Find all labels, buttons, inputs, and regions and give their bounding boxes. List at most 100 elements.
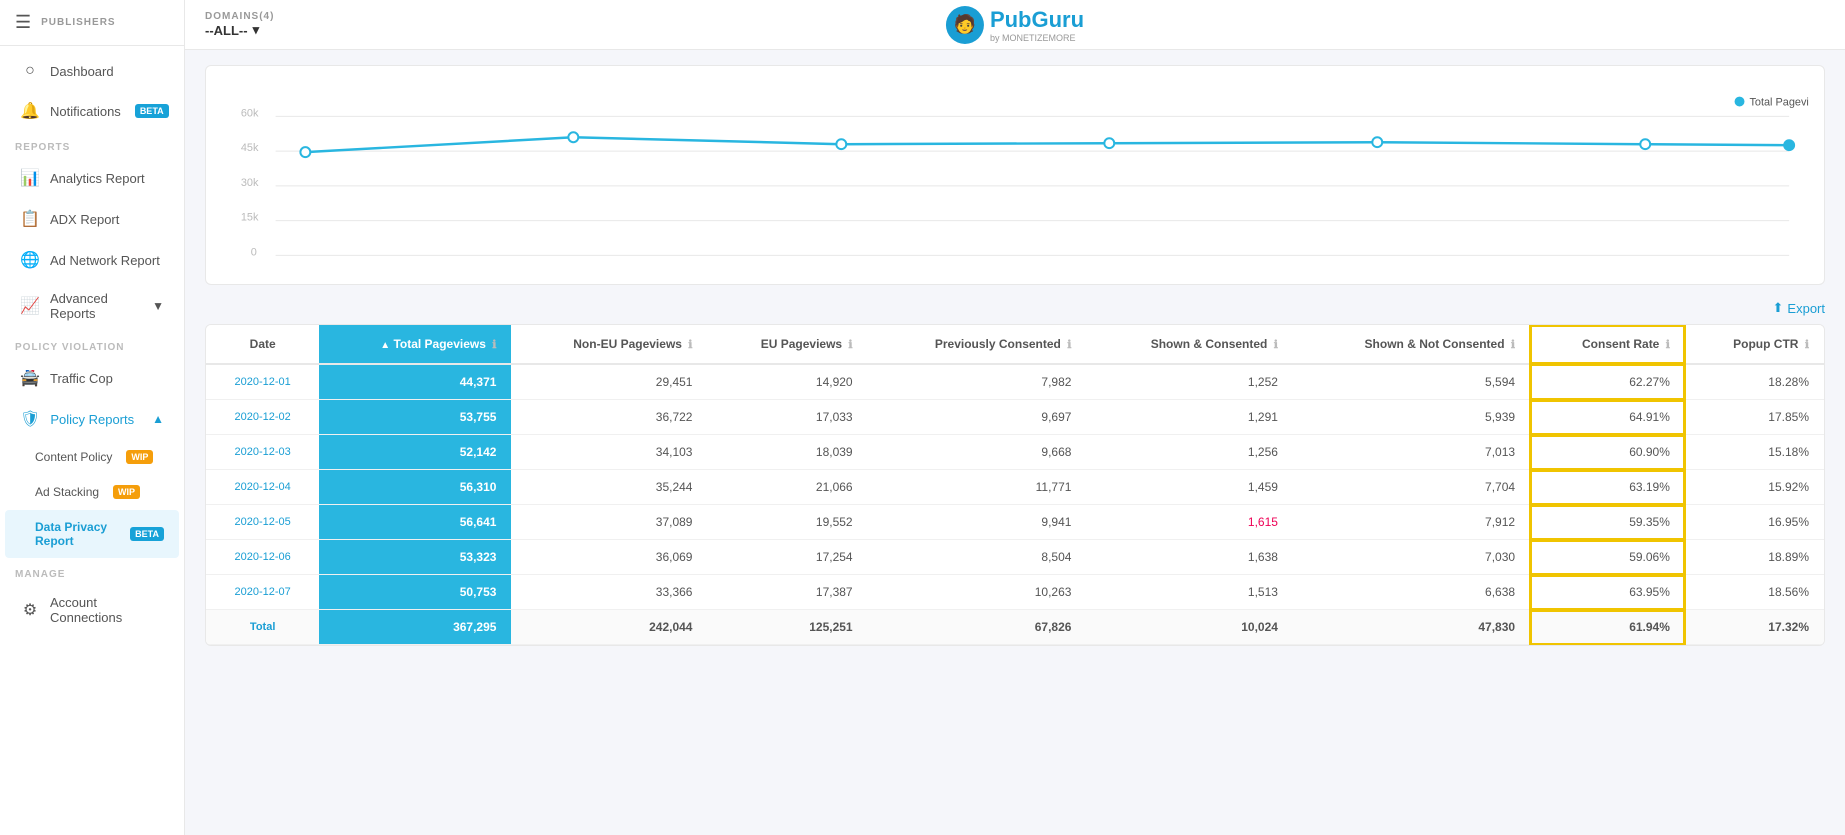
cell-date: Total	[206, 610, 319, 645]
sidebar-item-contentpolicy[interactable]: Content Policy WIP	[5, 440, 179, 474]
sidebar-item-policyreports[interactable]: 🛡 Policy Reports ▲	[5, 399, 179, 439]
sidebar-item-adnetwork[interactable]: 🌐 Ad Network Report	[5, 240, 179, 280]
dashboard-icon: ○	[20, 62, 40, 80]
sidebar-item-accountconn[interactable]: ⚙ Account Connections	[5, 585, 179, 635]
cell-shown-not-consented: 7,013	[1293, 435, 1530, 470]
logo-text: PubGuru	[990, 7, 1084, 33]
col-eu-pv-label: EU Pageviews	[761, 337, 842, 351]
domains-count-label: DOMAINS(4)	[205, 11, 274, 22]
data-table-container: Date ▲ Total Pageviews ℹ Non-EU Pageview…	[205, 324, 1825, 646]
svg-text:45k: 45k	[241, 142, 259, 154]
cell-shown-consented: 1,615	[1086, 505, 1293, 540]
info-icon: ℹ	[1274, 339, 1278, 351]
svg-text:15k: 15k	[241, 212, 259, 224]
cell-non-eu-pv: 35,244	[511, 470, 707, 505]
svg-text:30k: 30k	[241, 177, 259, 189]
cell-shown-consented: 1,291	[1086, 400, 1293, 435]
info-icon: ℹ	[1666, 339, 1670, 351]
sidebar-item-label: Advanced Reports	[50, 291, 142, 321]
sidebar-item-dashboard[interactable]: ○ Dashboard	[5, 52, 179, 90]
sidebar-item-trafficcop[interactable]: 🚔 Traffic Cop	[5, 358, 179, 398]
export-link[interactable]: ⬆ Export	[1773, 300, 1825, 316]
cell-shown-not-consented: 5,594	[1293, 364, 1530, 400]
col-non-eu-pv[interactable]: Non-EU Pageviews ℹ	[511, 325, 707, 364]
cell-eu-pv: 21,066	[707, 470, 867, 505]
advanced-icon: 📈	[20, 296, 40, 316]
sidebar-item-dataprivacy[interactable]: Data Privacy Report BETA	[5, 510, 179, 558]
col-consent-rate[interactable]: Consent Rate ℹ	[1530, 325, 1685, 364]
cell-shown-consented: 1,459	[1086, 470, 1293, 505]
manage-section-label: MANAGE	[0, 559, 184, 584]
col-popup-ctr[interactable]: Popup CTR ℹ	[1685, 325, 1824, 364]
cell-eu-pv: 14,920	[707, 364, 867, 400]
cell-total-pv: 56,310	[319, 470, 511, 505]
sidebar-item-label: Policy Reports	[50, 412, 134, 427]
table-row: 2020-12-06 53,323 36,069 17,254 8,504 1,…	[206, 540, 1824, 575]
sidebar-item-label: Content Policy	[35, 450, 112, 464]
cell-non-eu-pv: 242,044	[511, 610, 707, 645]
cell-eu-pv: 17,033	[707, 400, 867, 435]
cell-prev-consented: 67,826	[868, 610, 1087, 645]
cell-date: 2020-12-02	[206, 400, 319, 435]
cell-consent-rate: 63.95%	[1530, 575, 1685, 610]
table-row: 2020-12-07 50,753 33,366 17,387 10,263 1…	[206, 575, 1824, 610]
cell-non-eu-pv: 37,089	[511, 505, 707, 540]
main-content: DOMAINS(4) --ALL-- ▾ 🧑 PubGuru by MONETI…	[185, 0, 1845, 835]
cell-popup-ctr: 18.28%	[1685, 364, 1824, 400]
cell-consent-rate: 59.06%	[1530, 540, 1685, 575]
cell-shown-not-consented: 5,939	[1293, 400, 1530, 435]
col-shown-not-consented[interactable]: Shown & Not Consented ℹ	[1293, 325, 1530, 364]
chart-container: 0 15k 30k 45k 60k 01 Dec 02 Dec 03 Dec 0…	[205, 65, 1825, 285]
info-icon: ℹ	[1805, 339, 1809, 351]
sidebar-item-label: Analytics Report	[50, 171, 145, 186]
cell-shown-consented: 1,252	[1086, 364, 1293, 400]
logo-sub: by MONETIZEMORE	[990, 33, 1084, 43]
col-prev-consented[interactable]: Previously Consented ℹ	[868, 325, 1087, 364]
info-icon: ℹ	[1511, 339, 1515, 351]
cell-shown-consented: 1,256	[1086, 435, 1293, 470]
info-icon: ℹ	[688, 339, 692, 351]
sidebar-item-advanced[interactable]: 📈 Advanced Reports ▼	[5, 281, 179, 331]
sidebar-item-label: Dashboard	[50, 64, 114, 79]
export-label: Export	[1787, 301, 1825, 316]
cell-prev-consented: 8,504	[868, 540, 1087, 575]
cell-consent-rate: 62.27%	[1530, 364, 1685, 400]
cell-non-eu-pv: 36,069	[511, 540, 707, 575]
analytics-icon: 📊	[20, 168, 40, 188]
domains-dropdown[interactable]: --ALL-- ▾	[205, 22, 274, 38]
wip-badge: WIP	[113, 485, 140, 499]
hamburger-menu[interactable]: ☰	[15, 12, 31, 33]
wip-badge: WIP	[126, 450, 153, 464]
cell-total-pv: 53,323	[319, 540, 511, 575]
sidebar-item-adstacking[interactable]: Ad Stacking WIP	[5, 475, 179, 509]
col-eu-pv[interactable]: EU Pageviews ℹ	[707, 325, 867, 364]
sidebar-item-label: Ad Stacking	[35, 485, 99, 499]
export-row: ⬆ Export	[205, 300, 1825, 316]
col-total-pv[interactable]: ▲ Total Pageviews ℹ	[319, 325, 511, 364]
col-prev-consented-label: Previously Consented	[935, 337, 1061, 351]
cell-non-eu-pv: 33,366	[511, 575, 707, 610]
sidebar-item-adx[interactable]: 📋 ADX Report	[5, 199, 179, 239]
table-row: Total 367,295 242,044 125,251 67,826 10,…	[206, 610, 1824, 645]
sidebar-item-analytics[interactable]: 📊 Analytics Report	[5, 158, 179, 198]
cell-consent-rate: 61.94%	[1530, 610, 1685, 645]
cell-non-eu-pv: 36,722	[511, 400, 707, 435]
svg-text:0: 0	[251, 246, 257, 258]
content-area: 0 15k 30k 45k 60k 01 Dec 02 Dec 03 Dec 0…	[185, 50, 1845, 835]
topbar: DOMAINS(4) --ALL-- ▾ 🧑 PubGuru by MONETI…	[185, 0, 1845, 50]
sidebar-header: ☰ PUBLISHERS	[0, 0, 184, 46]
sidebar-item-notifications[interactable]: 🔔 Notifications BETA	[5, 91, 179, 131]
sidebar-item-label: Account Connections	[50, 595, 164, 625]
chevron-up-icon: ▲	[152, 412, 164, 426]
col-date[interactable]: Date	[206, 325, 319, 364]
col-shown-consented[interactable]: Shown & Consented ℹ	[1086, 325, 1293, 364]
cell-prev-consented: 7,982	[868, 364, 1087, 400]
table-row: 2020-12-02 53,755 36,722 17,033 9,697 1,…	[206, 400, 1824, 435]
reports-section-label: REPORTS	[0, 132, 184, 157]
cell-eu-pv: 19,552	[707, 505, 867, 540]
cell-popup-ctr: 18.89%	[1685, 540, 1824, 575]
cell-eu-pv: 125,251	[707, 610, 867, 645]
pageviews-chart: 0 15k 30k 45k 60k 01 Dec 02 Dec 03 Dec 0…	[221, 81, 1809, 261]
info-icon: ℹ	[1067, 339, 1071, 351]
cell-eu-pv: 18,039	[707, 435, 867, 470]
